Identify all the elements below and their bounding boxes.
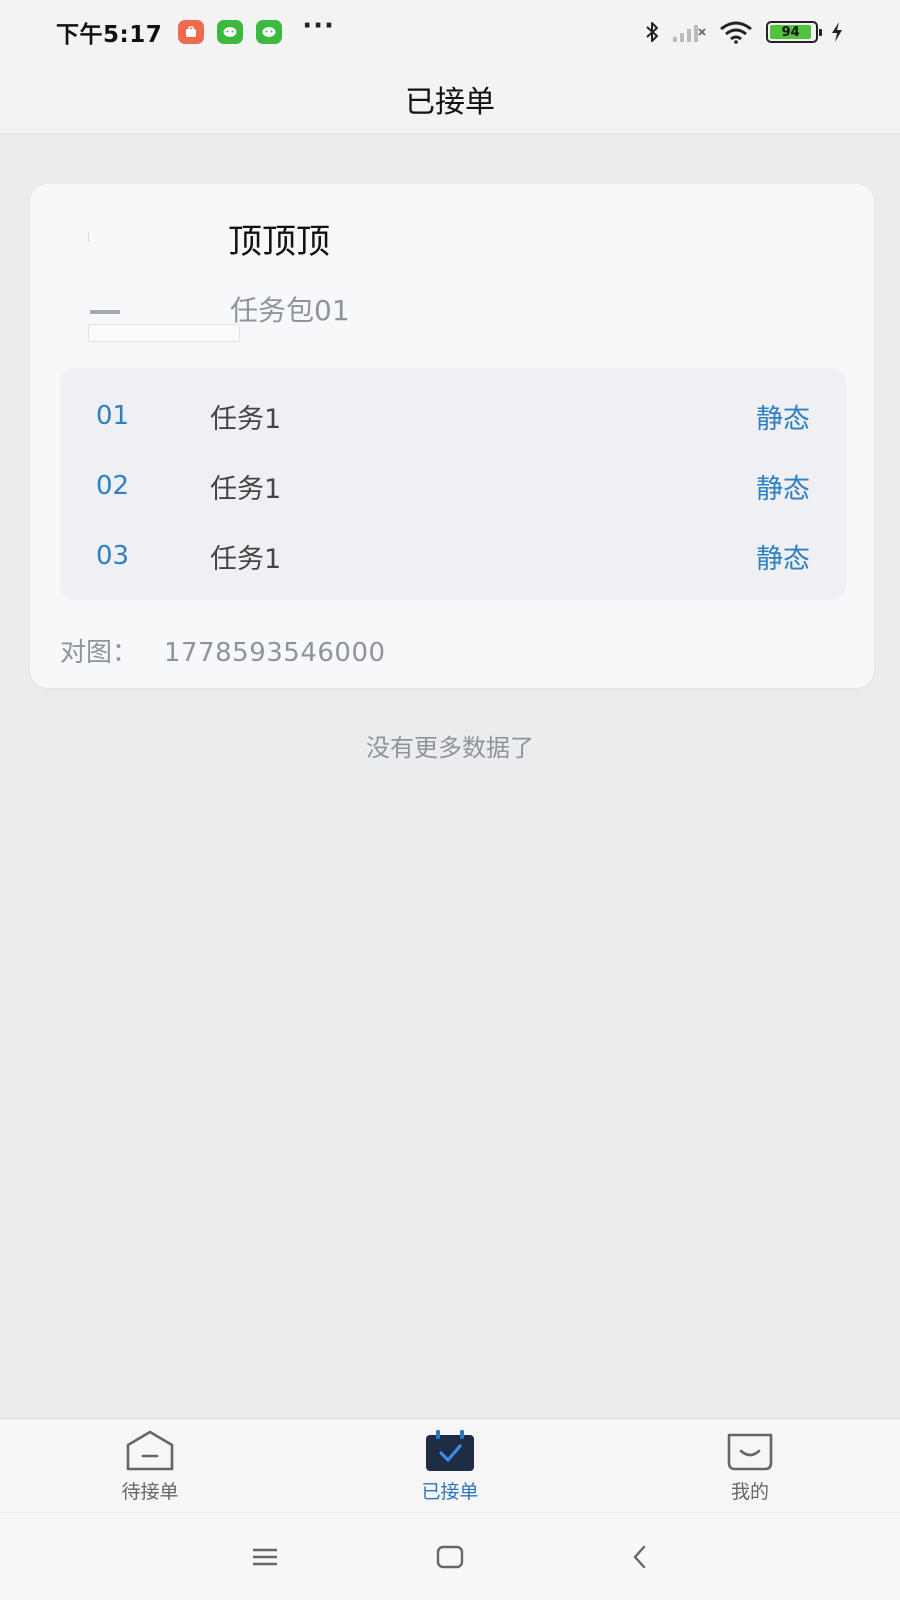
order-title: 顶顶顶 <box>228 222 330 262</box>
list-end-text: 没有更多数据了 <box>366 734 534 762</box>
wechat-notification-icon <box>217 20 244 44</box>
system-navigation-bar <box>0 1512 900 1600</box>
order-footer: 对图： 1778593546000 <box>60 632 386 669</box>
app-notification-icon <box>178 20 205 44</box>
tab-pending-orders[interactable]: 待接单 <box>70 1419 230 1513</box>
bluetooth-icon <box>646 22 658 42</box>
task-list: 01 任务1 静态 02 任务1 静态 03 任务1 静态 <box>60 368 846 600</box>
calendar-check-icon <box>426 1430 474 1471</box>
wechat-notification-icon <box>256 20 283 44</box>
battery-level: 94 <box>770 25 812 40</box>
more-notifications-icon: ··· <box>302 11 335 41</box>
home-icon[interactable] <box>430 1537 470 1577</box>
order-thumbnail <box>58 224 254 342</box>
status-bar: 下午5:17 ··· 94 <box>0 0 900 64</box>
task-status: 静态 <box>756 543 810 575</box>
signal-icon <box>673 25 706 42</box>
order-subtitle: 任务包01 <box>230 294 350 327</box>
tab-label: 我的 <box>730 1481 769 1503</box>
task-name: 任务1 <box>210 403 282 435</box>
task-row[interactable]: 03 任务1 静态 <box>60 530 846 582</box>
page-title: 已接单 <box>405 84 495 120</box>
tab-label: 已接单 <box>421 1481 479 1503</box>
charging-icon <box>832 22 842 42</box>
back-icon[interactable] <box>620 1537 660 1577</box>
task-status: 静态 <box>756 403 810 435</box>
task-number: 03 <box>96 541 130 571</box>
task-name: 任务1 <box>210 543 282 575</box>
footer-label: 对图： <box>60 638 139 668</box>
battery-indicator: 94 <box>766 21 822 43</box>
menu-icon[interactable] <box>245 1537 285 1577</box>
task-row[interactable]: 02 任务1 静态 <box>60 460 846 512</box>
task-name: 任务1 <box>210 473 282 505</box>
task-row[interactable]: 01 任务1 静态 <box>60 390 846 442</box>
smile-icon <box>727 1433 773 1471</box>
task-status: 静态 <box>756 473 810 505</box>
tab-accepted-orders[interactable]: 已接单 <box>370 1419 530 1513</box>
bottom-tab-bar: 待接单 已接单 我的 <box>0 1418 900 1512</box>
wifi-icon <box>720 21 752 44</box>
footer-value: 1778593546000 <box>164 638 386 668</box>
tab-label: 待接单 <box>121 1481 179 1503</box>
status-time: 下午5:17 <box>56 22 163 48</box>
page-header: 已接单 <box>0 64 900 134</box>
task-number: 02 <box>96 471 130 501</box>
tab-profile[interactable]: 我的 <box>670 1419 830 1513</box>
task-number: 01 <box>96 401 130 431</box>
inbox-icon <box>126 1430 174 1471</box>
